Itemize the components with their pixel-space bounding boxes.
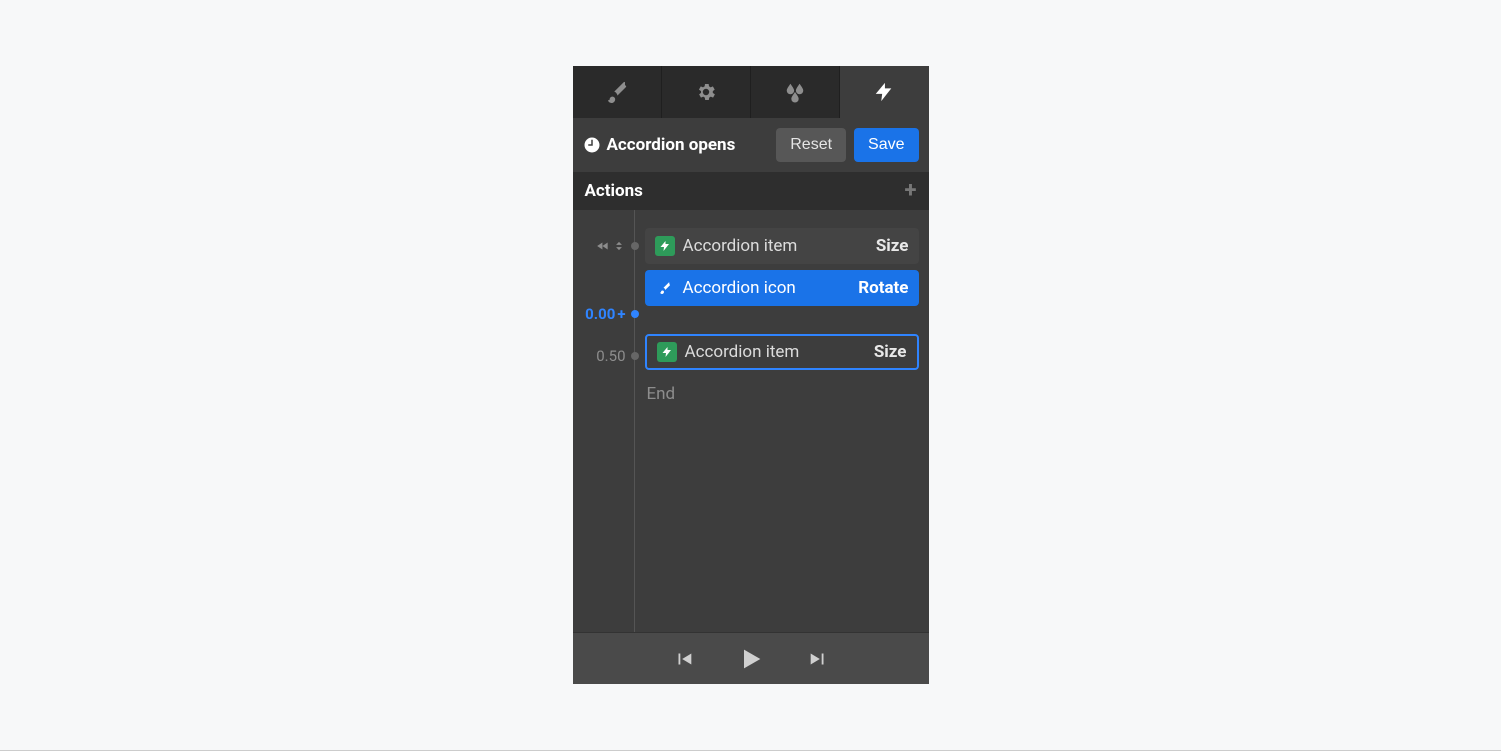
brush-icon [606,81,628,103]
timeline-current-mark[interactable]: 0.00 + [573,296,634,332]
timeline-dot [631,242,639,250]
actions-label: Actions [585,181,643,201]
action-item[interactable]: Accordion item Size [645,228,919,264]
interactions-panel: Accordion opens Reset Save Actions + 0.0… [573,66,929,684]
action-property: Size [876,236,909,256]
clock-icon [583,136,601,154]
action-item[interactable]: Accordion item Size [645,334,919,370]
animation-name: Accordion opens [607,135,736,155]
action-property: Size [874,342,907,362]
playback-controls [573,632,929,684]
gutter-spacer [573,264,634,296]
tab-interactions[interactable] [840,66,928,118]
bolt-badge [657,342,677,362]
action-target: Accordion item [683,236,868,256]
timeline-dot [631,310,639,318]
bolt-icon [873,81,895,103]
plus-icon: + [617,305,625,323]
step-forward-button[interactable] [807,648,829,670]
save-button[interactable]: Save [854,128,918,162]
step-back-button[interactable] [673,648,695,670]
sort-icon [612,239,626,253]
next-icon [807,648,829,670]
timeline-end-mark[interactable]: 0.50 [573,338,634,374]
timeline-dot [631,352,639,360]
time-label: 0.50 [596,347,625,365]
tab-effects[interactable] [751,66,840,118]
rewind-icon [596,239,610,253]
actions-section-header: Actions + [573,172,929,210]
timeline-gutter: 0.00 + 0.50 [573,210,635,632]
brush-badge [655,278,675,298]
droplets-icon [784,81,806,103]
action-target: Accordion icon [683,278,851,298]
prev-icon [673,648,695,670]
animation-title: Accordion opens [583,135,769,155]
play-button[interactable] [737,645,765,673]
bolt-badge [655,236,675,256]
panel-tabs [573,66,929,118]
timeline: 0.00 + 0.50 Accordion item Size Accordio… [573,210,929,632]
play-icon [737,645,765,673]
animation-title-bar: Accordion opens Reset Save [573,118,929,172]
reset-button[interactable]: Reset [776,128,846,162]
add-action-button[interactable]: + [905,180,917,202]
tab-brush[interactable] [573,66,662,118]
tab-settings[interactable] [662,66,751,118]
action-item[interactable]: Accordion icon Rotate [645,270,919,306]
action-target: Accordion item [685,342,866,362]
timeline-items: Accordion item Size Accordion icon Rotat… [635,210,929,632]
gear-icon [695,81,717,103]
time-label: 0.00 [585,305,615,323]
timeline-start-mark[interactable] [573,228,634,264]
action-property: Rotate [858,278,908,298]
timeline-end-label: End [645,376,919,412]
